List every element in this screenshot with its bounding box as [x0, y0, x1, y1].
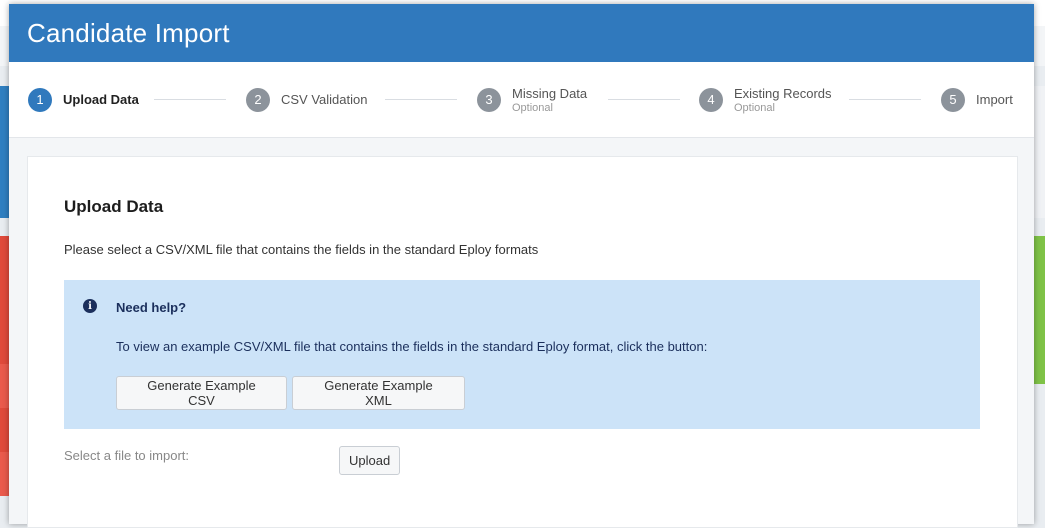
info-icon: i	[83, 299, 97, 313]
step-optional-label: Optional	[512, 101, 553, 114]
background-app-panel	[0, 364, 9, 408]
step-number: 4	[699, 87, 723, 112]
candidate-import-modal: Candidate Import 1 Upload Data 2 CSV Val…	[9, 4, 1034, 528]
step-connector	[849, 99, 921, 100]
section-description: Please select a CSV/XML file that contai…	[64, 242, 539, 257]
generate-example-xml-button[interactable]: Generate Example XML	[292, 376, 465, 410]
step-csv-validation[interactable]: 2 CSV Validation	[246, 62, 367, 137]
step-label: Existing Records	[734, 85, 832, 101]
help-title: Need help?	[116, 300, 187, 315]
step-number: 5	[941, 87, 965, 112]
step-connector	[154, 99, 226, 100]
step-number: 1	[28, 87, 52, 112]
modal-body: Upload Data Please select a CSV/XML file…	[9, 138, 1034, 528]
step-missing-data[interactable]: 3 Missing Data Optional	[477, 62, 587, 137]
background-app-panel	[0, 86, 9, 218]
step-connector	[608, 99, 680, 100]
upload-card: Upload Data Please select a CSV/XML file…	[27, 156, 1018, 528]
file-select-label: Select a file to import:	[64, 448, 189, 463]
step-label: CSV Validation	[281, 92, 368, 107]
help-box: i Need help? To view an example CSV/XML …	[64, 280, 980, 429]
section-title: Upload Data	[64, 197, 164, 216]
background-app-panel	[1034, 236, 1045, 384]
step-number: 2	[246, 87, 270, 112]
upload-button[interactable]: Upload	[339, 446, 400, 475]
step-label: Import	[976, 92, 1013, 107]
help-text: To view an example CSV/XML file that con…	[116, 339, 708, 354]
step-optional-label: Optional	[734, 101, 775, 114]
background-app-panel	[0, 408, 9, 452]
step-label: Missing Data	[512, 85, 588, 101]
step-connector	[385, 99, 457, 100]
import-stepper: 1 Upload Data 2 CSV Validation 3 Missing…	[9, 62, 1034, 138]
step-label: Upload Data	[63, 92, 139, 107]
step-import[interactable]: 5 Import	[941, 62, 1013, 137]
background-app-panel	[0, 236, 9, 364]
step-existing-records[interactable]: 4 Existing Records Optional	[699, 62, 832, 137]
generate-example-csv-button[interactable]: Generate Example CSV	[116, 376, 287, 410]
background-app-panel	[0, 452, 9, 496]
modal-title: Candidate Import	[9, 4, 1034, 62]
background-app-panel	[1034, 86, 1045, 218]
step-number: 3	[477, 87, 501, 112]
step-upload-data[interactable]: 1 Upload Data	[28, 62, 139, 137]
